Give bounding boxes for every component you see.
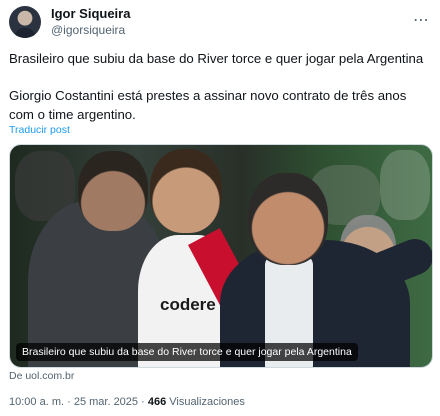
image-caption: Brasileiro que subiu da base do River to… xyxy=(16,343,358,361)
tweet-date[interactable]: 25 mar. 2025 xyxy=(74,396,138,408)
player-head xyxy=(150,149,222,233)
tweet-paragraph-2: Giorgio Costantini está prestes a assina… xyxy=(9,88,407,122)
views-label: Visualizaciones xyxy=(166,396,245,408)
coach-right-head xyxy=(248,173,328,265)
tweet-meta: 10:00 a. m. · 25 mar. 2025 · 466 Visuali… xyxy=(9,396,245,408)
coach-left-head xyxy=(78,151,148,231)
meta-separator: · xyxy=(138,396,148,408)
tweet-paragraph-1: Brasileiro que subiu da base do River to… xyxy=(9,51,424,66)
tweet-header: Igor Siqueira @igorsiqueira xyxy=(9,6,130,38)
jersey-sponsor-text: codere xyxy=(160,295,216,314)
views-count: 466 xyxy=(147,396,167,408)
more-options-icon[interactable]: ⋯ xyxy=(413,10,430,30)
link-preview-card[interactable]: codere Brasileiro que subiu da base do R… xyxy=(9,144,433,368)
background-crowd xyxy=(380,150,430,220)
author-display-name[interactable]: Igor Siqueira xyxy=(51,6,130,22)
card-source-link[interactable]: De uol.com.br xyxy=(9,370,74,382)
meta-separator: · xyxy=(64,396,74,408)
author-names: Igor Siqueira @igorsiqueira xyxy=(51,6,130,38)
author-handle[interactable]: @igorsiqueira xyxy=(51,22,130,38)
translate-post-link[interactable]: Traducir post xyxy=(9,124,70,136)
tweet-time[interactable]: 10:00 a. m. xyxy=(9,396,64,408)
avatar[interactable] xyxy=(9,6,41,38)
tweet-text: Brasileiro que subiu da base do River to… xyxy=(9,49,433,124)
